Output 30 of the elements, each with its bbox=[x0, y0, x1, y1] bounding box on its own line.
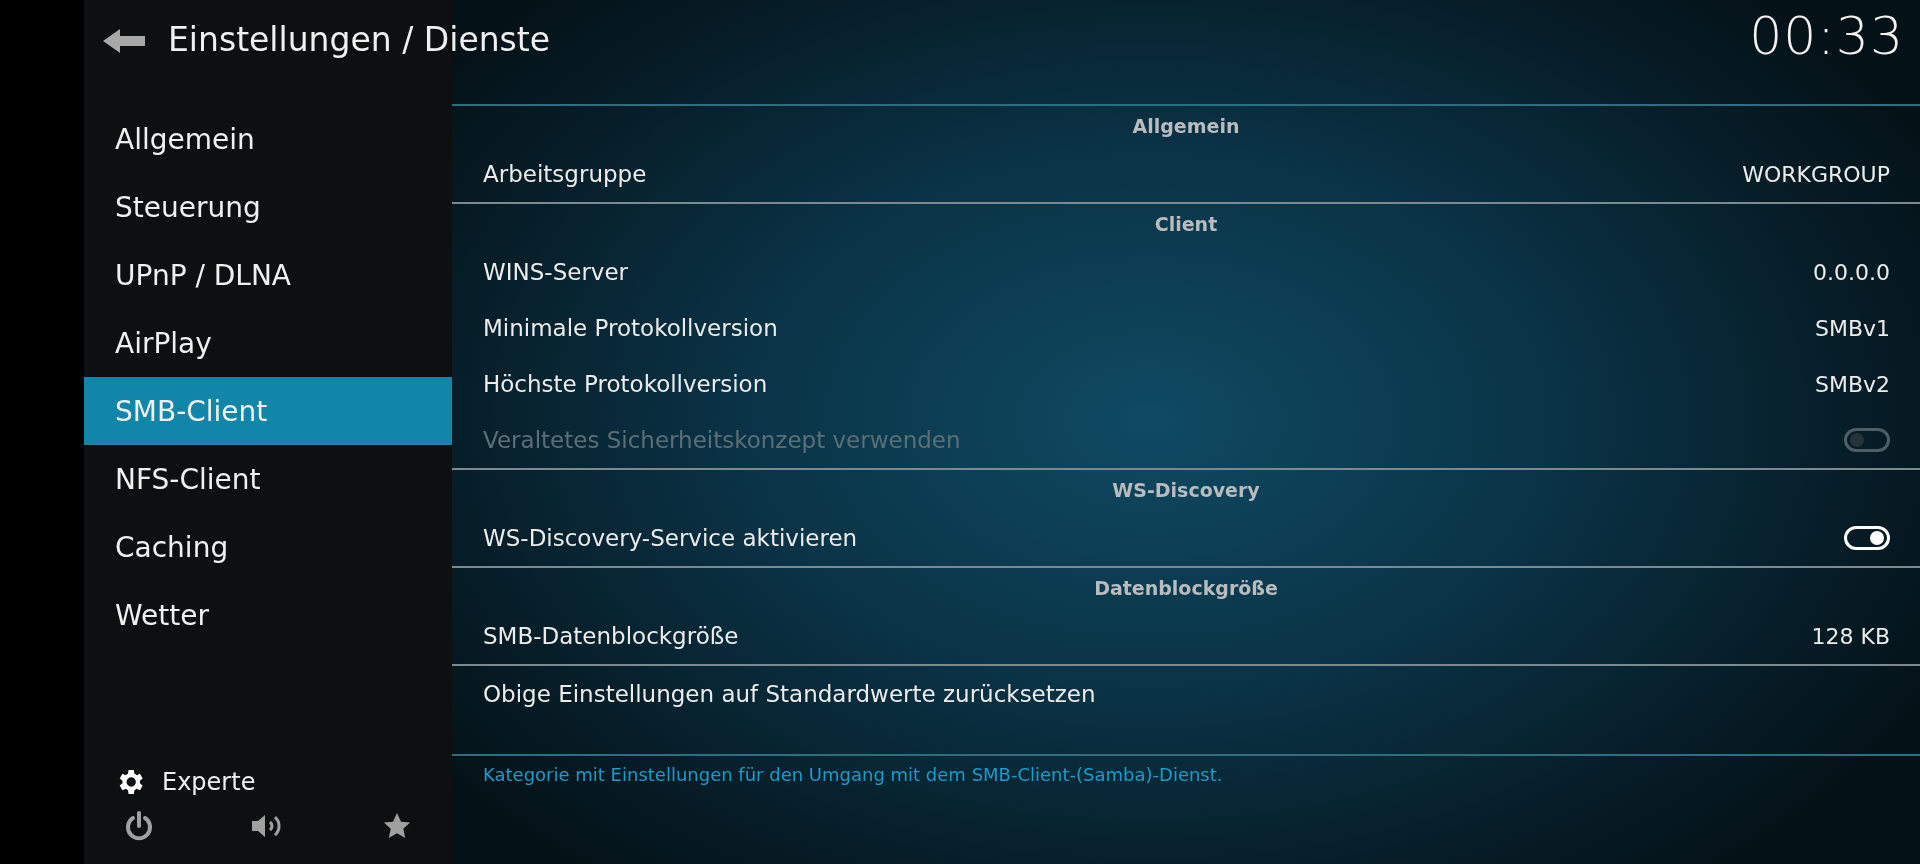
setting-value: SMBv1 bbox=[1814, 315, 1890, 341]
clock: 00:33 bbox=[1749, 6, 1904, 66]
sidebar-item[interactable]: AirPlay bbox=[84, 309, 452, 377]
sidebar-item[interactable]: Caching bbox=[84, 513, 452, 581]
description-text: Kategorie mit Einstellungen für den Umgang mit dem SMB-Client-(Samba)-Dienst. bbox=[482, 763, 1224, 787]
section-heading: Allgemein bbox=[1131, 114, 1241, 139]
sidebar-item[interactable]: Steuerung bbox=[84, 173, 452, 241]
setting-row[interactable]: SMB-Datenblockgröße 128 KB bbox=[452, 608, 1920, 664]
setting-row[interactable]: WS-Discovery-Service aktivieren bbox=[452, 510, 1920, 566]
section-heading: WS-Discovery bbox=[1111, 478, 1261, 503]
setting-row[interactable]: Minimale Protokollversion SMBv1 bbox=[452, 300, 1920, 356]
back-arrow-icon[interactable] bbox=[102, 28, 146, 54]
setting-value: 128 KB bbox=[1811, 623, 1890, 649]
setting-row[interactable]: Obige Einstellungen auf Standardwerte zurücksetzen bbox=[452, 666, 1920, 722]
sidebar-item[interactable]: UPnP / DLNA bbox=[84, 241, 452, 309]
setting-value: SMBv2 bbox=[1814, 371, 1890, 397]
section-heading: Client bbox=[1153, 212, 1219, 237]
sidebar-item[interactable]: Wetter bbox=[84, 581, 452, 649]
sidebar-item[interactable]: SMB-Client bbox=[84, 377, 452, 445]
sidebar-item[interactable]: NFS-Client bbox=[84, 445, 452, 513]
setting-value: WORKGROUP bbox=[1742, 161, 1890, 187]
setting-row[interactable]: Höchste Protokollversion SMBv2 bbox=[452, 356, 1920, 412]
sidebar-item[interactable]: Allgemein bbox=[84, 105, 452, 173]
setting-value: 0.0.0.0 bbox=[1813, 259, 1890, 285]
section-heading: Datenblockgröße bbox=[1093, 576, 1279, 601]
settings-level-label[interactable]: Experte bbox=[162, 768, 256, 796]
setting-row[interactable]: WINS-Server 0.0.0.0 bbox=[452, 244, 1920, 300]
setting-row[interactable]: Arbeitsgruppe WORKGROUP bbox=[452, 146, 1920, 202]
power-icon[interactable] bbox=[124, 810, 154, 842]
page-title: Einstellungen / Dienste bbox=[168, 20, 551, 59]
